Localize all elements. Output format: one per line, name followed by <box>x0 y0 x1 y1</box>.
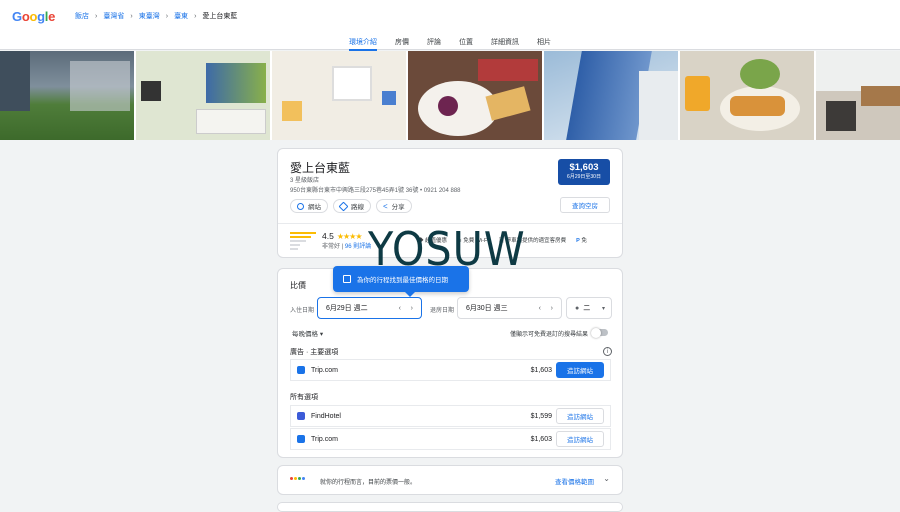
breadcrumb-current: 愛上台東藍 <box>202 13 238 20</box>
tab-photos[interactable]: 相片 <box>537 32 551 50</box>
chevron-right-icon[interactable]: › <box>551 305 553 312</box>
guests-selector[interactable]: ● 二 ▾ <box>566 297 612 319</box>
google-logo[interactable]: Google <box>12 9 55 24</box>
checkin-date-field[interactable]: 6月29日 週二 ‹ › <box>317 297 422 319</box>
rating-text: 非常好 <box>322 244 341 250</box>
findhotel-logo-icon <box>297 412 305 420</box>
trip-logo-icon <box>297 366 305 374</box>
rating-summary[interactable]: 4.5 ★★★★ 非常好 | 96 則評論 <box>290 231 371 250</box>
photo-dining-area[interactable] <box>816 51 900 140</box>
directions-icon <box>338 201 349 211</box>
chevron-down-icon[interactable]: ⌄ <box>603 474 610 483</box>
photo-building[interactable] <box>544 51 678 140</box>
caret-down-icon: ▾ <box>319 331 324 338</box>
visit-site-button[interactable]: 造訪網站 <box>556 431 604 447</box>
price-comparison-card: 比價 入住日期 6月29日 週二 ‹ › 退房日期 6月30日 週三 ‹ › ●… <box>277 268 623 458</box>
parking-icon: P <box>576 238 580 244</box>
chevron-left-icon[interactable]: ‹ <box>399 305 401 312</box>
tab-details[interactable]: 詳細資訊 <box>491 32 519 50</box>
best-price-tooltip[interactable]: 為你的行程找到最佳價格的日期 <box>333 266 469 297</box>
checkout-date-field[interactable]: 6月30日 週三 ‹ › <box>457 297 562 319</box>
chevron-right-icon[interactable]: › <box>411 305 413 312</box>
info-icon[interactable]: i <box>603 347 612 356</box>
tab-prices[interactable]: 房價 <box>395 32 409 50</box>
free-cancel-toggle[interactable] <box>591 327 608 338</box>
share-icon: < <box>383 201 388 211</box>
hotel-address: 950台東縣台東市中興路三段275巷45弄1號 36號 • 0921 204 8… <box>290 188 461 194</box>
directions-chip[interactable]: 路線 <box>333 199 371 213</box>
chevron-right-icon: › <box>95 12 98 20</box>
tab-overview[interactable]: 環境介紹 <box>349 32 377 51</box>
chevron-left-icon[interactable]: ‹ <box>539 305 541 312</box>
price-insight-card[interactable]: 就你的行程而言，目前的票價一般。 查看價格範圍 ⌄ <box>277 465 623 495</box>
breadcrumb-region[interactable]: 東臺灣 <box>139 11 160 21</box>
price-insight-text: 就你的行程而言，目前的票價一般。 <box>320 480 417 486</box>
sponsored-title: 廣告 · 主要選項 <box>290 349 339 356</box>
chevron-right-icon: › <box>130 12 133 20</box>
next-card <box>277 502 623 512</box>
price-dots-icon <box>290 477 305 480</box>
top-bar: Google 飯店 › 臺灣省 › 東臺灣 › 臺東 › 愛上台東藍 <box>0 0 900 32</box>
photo-breakfast-plate[interactable] <box>408 51 542 140</box>
photo-strip <box>0 51 900 140</box>
calendar-icon <box>343 275 351 283</box>
rating-value: 4.5 <box>322 231 334 241</box>
star-rating-icon: ★★★★ <box>336 231 363 241</box>
photo-courtyard[interactable] <box>0 51 134 140</box>
tab-bar: 環境介紹 房價 評論 位置 詳細資訊 相片 <box>0 32 900 51</box>
price-range-link[interactable]: 查看價格範圍 <box>555 476 594 486</box>
visit-site-button[interactable]: 造訪網站 <box>556 362 604 378</box>
photo-sandwich[interactable] <box>680 51 814 140</box>
breadcrumb-city[interactable]: 臺東 <box>174 11 188 21</box>
price-badge[interactable]: $1,603 6月29日至30日 <box>558 159 610 185</box>
check-availability-button[interactable]: 查詢空房 <box>560 197 610 213</box>
photo-bedroom[interactable] <box>136 51 270 140</box>
breadcrumb: 飯店 › 臺灣省 › 東臺灣 › 臺東 › 愛上台東藍 <box>75 11 237 21</box>
breadcrumb-province[interactable]: 臺灣省 <box>103 11 124 21</box>
breadcrumb-hotels[interactable]: 飯店 <box>75 11 89 21</box>
option-row[interactable]: FindHotel $1,599 造訪網站 <box>290 405 611 427</box>
free-cancel-label: 僅顯示可免費退訂的搜尋結果 <box>509 332 588 338</box>
trip-logo-icon <box>297 435 305 443</box>
option-row[interactable]: Trip.com $1,603 造訪網站 <box>290 428 611 450</box>
all-options-title: 所有選項 <box>290 394 318 401</box>
tab-location[interactable]: 位置 <box>459 32 473 50</box>
website-chip[interactable]: 網站 <box>290 199 328 213</box>
pricing-title: 比價 <box>290 281 306 290</box>
share-chip[interactable]: < 分享 <box>376 199 412 213</box>
photo-bathroom[interactable] <box>272 51 406 140</box>
visit-site-button[interactable]: 造訪網站 <box>556 408 604 424</box>
price-value: $1,603 <box>569 162 599 173</box>
chevron-right-icon: › <box>165 12 169 20</box>
checkin-label: 入住日期 <box>290 308 315 314</box>
price-dates: 6月29日至30日 <box>567 174 601 180</box>
amenity-parking: P 免 <box>576 238 587 244</box>
sponsored-row[interactable]: Trip.com $1,603 造訪網站 <box>290 359 611 381</box>
checkout-label: 退房日期 <box>430 308 455 314</box>
person-icon: ● <box>575 304 580 312</box>
per-night-dropdown[interactable]: 每晚價格 ▾ <box>292 328 323 338</box>
chevron-down-icon: ▾ <box>601 305 605 312</box>
hotel-class: 3 星級飯店 <box>290 178 320 184</box>
hotel-name: 愛上台東藍 <box>290 161 351 175</box>
rating-bars-icon <box>290 231 316 250</box>
tab-reviews[interactable]: 評論 <box>427 32 441 50</box>
chevron-right-icon: › <box>194 12 197 20</box>
globe-icon <box>297 202 304 210</box>
